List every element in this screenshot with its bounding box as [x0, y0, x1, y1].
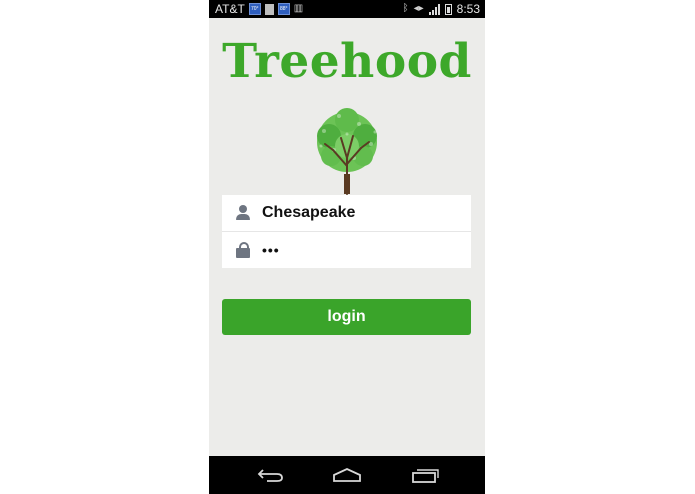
app-title: Treehood [222, 34, 472, 89]
signal-icon [428, 3, 440, 15]
login-button[interactable]: login [222, 299, 471, 335]
barcode-icon: ▥ [293, 3, 304, 14]
navigation-bar [209, 456, 485, 494]
login-form: Chesapeake ••• [222, 195, 471, 268]
home-icon[interactable] [327, 456, 367, 494]
password-field[interactable]: ••• [222, 232, 471, 268]
carrier-label: AT&T [215, 2, 245, 16]
clock: 8:53 [456, 2, 480, 16]
tree-icon [317, 108, 377, 195]
user-icon [236, 205, 250, 221]
username-field[interactable]: Chesapeake [222, 195, 471, 232]
weather-icon: 70° [248, 3, 261, 15]
lock-icon [236, 242, 250, 258]
username-value[interactable]: Chesapeake [262, 204, 355, 222]
bluetooth-icon: ᛒ [402, 3, 409, 14]
weather-icon: 88° [277, 3, 290, 15]
battery-icon [444, 3, 452, 15]
status-bar: AT&T 70° 88° ▥ ᛒ ◂▸ 8:53 [209, 0, 485, 18]
sim-icon [264, 3, 274, 15]
password-value[interactable]: ••• [262, 242, 280, 258]
phone-screen: AT&T 70° 88° ▥ ᛒ ◂▸ 8:53 Treehood Chesap… [209, 0, 485, 494]
recent-apps-icon[interactable] [405, 456, 445, 494]
back-icon[interactable] [251, 456, 291, 494]
vibrate-icon: ◂▸ [413, 3, 424, 14]
